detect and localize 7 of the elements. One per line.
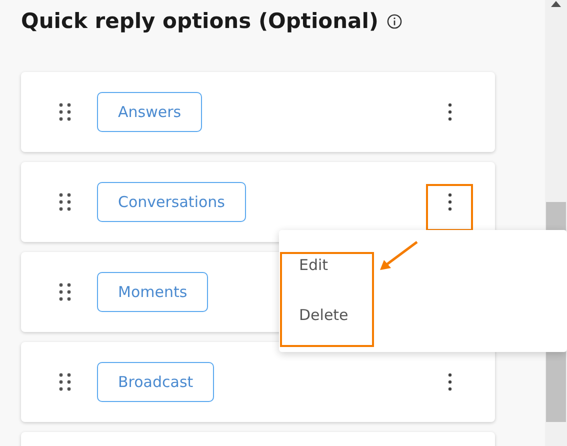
menu-item[interactable]: Edit (279, 252, 328, 302)
menu-item[interactable]: Delete (279, 302, 348, 352)
quick-reply-chip[interactable]: Broadcast (97, 362, 214, 402)
quick-reply-chip[interactable]: Conversations (97, 182, 246, 222)
section-title: Quick reply options (Optional) (21, 9, 379, 33)
quick-reply-chip[interactable]: Answers (97, 92, 202, 132)
quick-reply-chip[interactable]: Moments (97, 272, 208, 312)
